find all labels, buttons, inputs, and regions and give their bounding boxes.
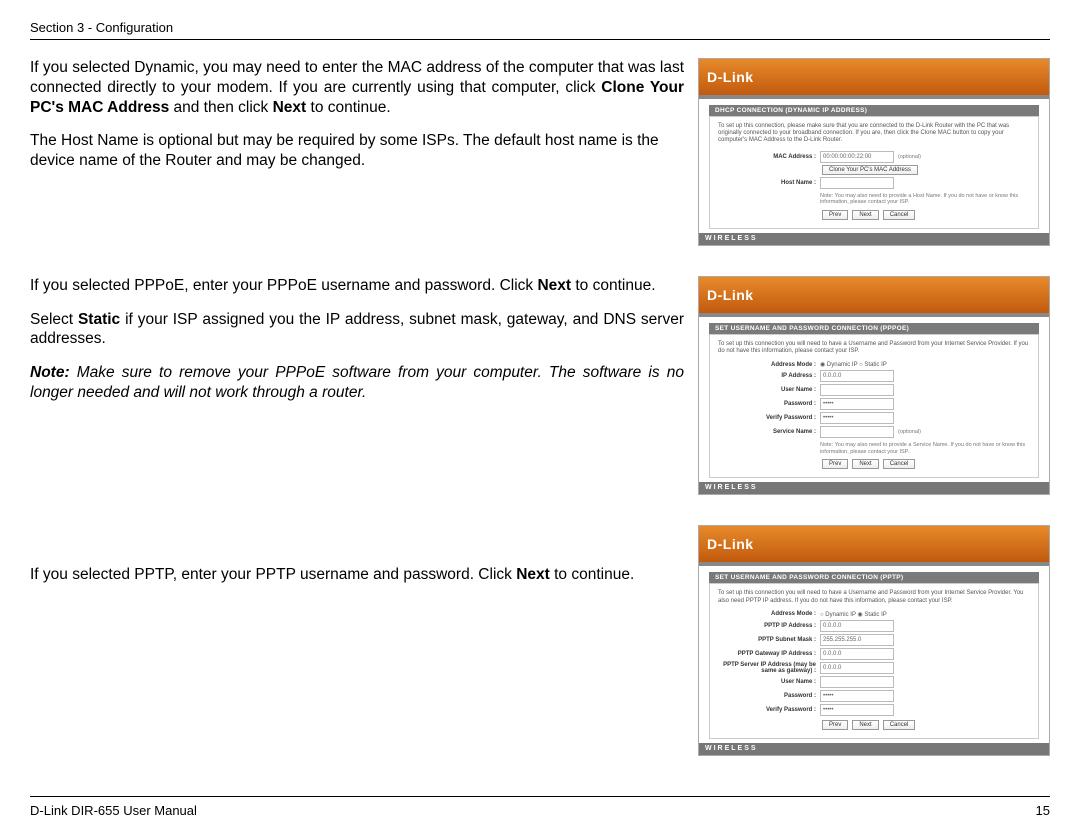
cancel-button[interactable]: Cancel [883,459,916,469]
block2-note: Note: Make sure to remove your PPPoE sof… [30,363,684,403]
brand-header: D-Link [699,277,1049,313]
panel-title: DHCP CONNECTION (DYNAMIC IP ADDRESS) [709,105,1039,116]
panel-title: SET USERNAME AND PASSWORD CONNECTION (PP… [709,572,1039,583]
screenshot-pppoe: D-Link SET USERNAME AND PASSWORD CONNECT… [698,276,1050,496]
brand-logo: D-Link [707,69,754,85]
block2-p2: Select Static if your ISP assigned you t… [30,310,684,350]
brand-header: D-Link [699,526,1049,562]
text: and then click [169,99,272,116]
text: If you selected PPTP, enter your PPTP us… [30,566,516,583]
brand-header: D-Link [699,59,1049,95]
srv-field[interactable]: 0.0.0.0 [820,662,894,674]
vpass-field[interactable]: ••••• [820,412,894,424]
cancel-button[interactable]: Cancel [883,720,916,730]
brand-logo: D-Link [707,287,754,303]
vpass-label: Verify Password : [718,707,816,713]
section-header: Section 3 - Configuration [30,20,1050,40]
prev-button[interactable]: Prev [822,720,848,730]
panel-note: Note: You may also need to provide a Hos… [820,193,1030,206]
bold-next: Next [537,277,571,294]
brand-logo: D-Link [707,536,754,552]
block2-p1: If you selected PPPoE, enter your PPPoE … [30,276,684,296]
addr-mode-radios[interactable]: ○ Dynamic IP ◉ Static IP [820,611,887,618]
mask-field[interactable]: 255.255.255.0 [820,634,894,646]
svc-label: Service Name : [718,429,816,435]
block1-p1: If you selected Dynamic, you may need to… [30,58,684,117]
ip-field[interactable]: 0.0.0.0 [820,370,894,382]
text: if your ISP assigned you the IP address,… [30,311,684,348]
prev-button[interactable]: Prev [822,210,848,220]
bold-next: Next [516,566,550,583]
mask-label: PPTP Subnet Mask : [718,637,816,643]
mac-field[interactable]: 00:00:00:00:22:00 [820,151,894,163]
panel-desc: To set up this connection you will need … [718,341,1030,355]
user-label: User Name : [718,679,816,685]
note-text: Make sure to remove your PPPoE software … [30,364,684,401]
host-label: Host Name : [718,180,816,186]
text: Select [30,311,78,328]
panel-note: Note: You may also need to provide a Ser… [820,442,1030,455]
note-bold: Note: [30,364,70,381]
gw-label: PPTP Gateway IP Address : [718,651,816,657]
svc-field[interactable] [820,426,894,438]
next-button[interactable]: Next [852,720,878,730]
next-button[interactable]: Next [852,210,878,220]
addr-mode-label: Address Mode : [718,611,816,617]
prev-button[interactable]: Prev [822,459,848,469]
footer-right: 15 [1036,803,1050,818]
pptp-ip-label: PPTP IP Address : [718,623,816,629]
mac-aux: (optional) [898,154,921,160]
pass-label: Password : [718,693,816,699]
svc-aux: (optional) [898,429,921,435]
panel-desc: To set up this connection, please make s… [718,123,1030,145]
pptp-ip-field[interactable]: 0.0.0.0 [820,620,894,632]
block3-p1: If you selected PPTP, enter your PPTP us… [30,565,684,585]
srv-label: PPTP Server IP Address (may be same as g… [718,662,816,674]
block1-p2: The Host Name is optional but may be req… [30,131,684,171]
user-label: User Name : [718,387,816,393]
page-footer: D-Link DIR-655 User Manual 15 [30,796,1050,818]
mac-label: MAC Address : [718,154,816,160]
text: If you selected PPPoE, enter your PPPoE … [30,277,537,294]
gw-field[interactable]: 0.0.0.0 [820,648,894,660]
user-field[interactable] [820,384,894,396]
user-field[interactable] [820,676,894,688]
host-field[interactable] [820,177,894,189]
wireless-footer: WIRELESS [699,743,1049,755]
pass-label: Password : [718,401,816,407]
addr-mode-label: Address Mode : [718,362,816,368]
pass-field[interactable]: ••••• [820,690,894,702]
clone-mac-button[interactable]: Clone Your PC's MAC Address [822,165,918,175]
text: to continue. [571,277,655,294]
cancel-button[interactable]: Cancel [883,210,916,220]
footer-left: D-Link DIR-655 User Manual [30,803,197,818]
text: to continue. [550,566,634,583]
pass-field[interactable]: ••••• [820,398,894,410]
wireless-footer: WIRELESS [699,482,1049,494]
wireless-footer: WIRELESS [699,233,1049,245]
screenshot-pptp: D-Link SET USERNAME AND PASSWORD CONNECT… [698,525,1050,755]
bold-next: Next [273,99,307,116]
text: If you selected Dynamic, you may need to… [30,59,684,96]
addr-mode-radios[interactable]: ◉ Dynamic IP ○ Static IP [820,361,887,368]
text: to continue. [306,99,390,116]
panel-desc: To set up this connection you will need … [718,590,1030,604]
ip-label: IP Address : [718,373,816,379]
panel-title: SET USERNAME AND PASSWORD CONNECTION (PP… [709,323,1039,334]
bold-static: Static [78,311,120,328]
screenshot-dhcp: D-Link DHCP CONNECTION (DYNAMIC IP ADDRE… [698,58,1050,246]
vpass-label: Verify Password : [718,415,816,421]
next-button[interactable]: Next [852,459,878,469]
vpass-field[interactable]: ••••• [820,704,894,716]
